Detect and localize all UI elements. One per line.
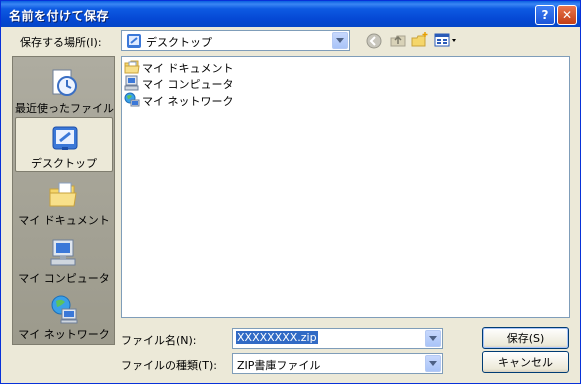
my-documents-icon bbox=[49, 182, 77, 207]
place-label-desktop: デスクトップ bbox=[31, 157, 97, 170]
my-network-icon bbox=[51, 295, 78, 324]
places-bar: 最近使ったファイル デスクトップ マイ ドキュメント マイ コンピュータ マイ … bbox=[12, 56, 115, 345]
cancel-button-label: キャンセル bbox=[498, 356, 553, 369]
save-as-dialog: 名前を付けて保存 ? ✕ 保存する場所(I): デスクトップ 最近使ったファイル… bbox=[0, 0, 581, 384]
file-name: マイ ネットワーク bbox=[142, 95, 234, 108]
file-name: マイ ドキュメント bbox=[142, 62, 234, 75]
new-folder-icon[interactable] bbox=[411, 31, 429, 49]
place-my-network[interactable]: マイ ネットワーク bbox=[15, 289, 113, 344]
file-list[interactable]: マイ ドキュメント マイ コンピュータ マイ ネットワーク bbox=[121, 56, 570, 318]
place-label-recent: 最近使ったファイル bbox=[15, 102, 114, 115]
views-menu-button[interactable] bbox=[434, 32, 458, 49]
filename-combo[interactable]: XXXXXXXX.zip bbox=[232, 328, 443, 349]
place-label-my-network: マイ ネットワーク bbox=[18, 328, 110, 341]
filetype-label: ファイルの種類(T): bbox=[121, 359, 218, 372]
network-icon bbox=[124, 92, 140, 107]
filename-label: ファイル名(N): bbox=[121, 334, 197, 347]
help-icon: ? bbox=[541, 8, 549, 22]
my-computer-icon bbox=[50, 239, 76, 266]
cancel-button[interactable]: キャンセル bbox=[482, 351, 569, 373]
filetype-dropdown-button[interactable] bbox=[425, 355, 441, 372]
views-icon bbox=[434, 33, 456, 47]
desktop-icon bbox=[52, 126, 78, 150]
place-my-computer[interactable]: マイ コンピュータ bbox=[15, 233, 113, 288]
computer-icon bbox=[124, 75, 139, 91]
place-recent[interactable]: 最近使ったファイル bbox=[15, 63, 114, 118]
place-label-my-documents: マイ ドキュメント bbox=[18, 214, 110, 227]
up-folder-icon[interactable] bbox=[389, 31, 407, 49]
location-value: デスクトップ bbox=[146, 36, 212, 49]
place-desktop[interactable]: デスクトップ bbox=[15, 117, 113, 172]
close-button[interactable]: ✕ bbox=[557, 5, 577, 25]
back-icon[interactable] bbox=[365, 32, 383, 50]
filetype-value: ZIP書庫ファイル bbox=[237, 359, 321, 372]
filetype-combo[interactable]: ZIP書庫ファイル bbox=[232, 353, 443, 374]
save-button[interactable]: 保存(S) bbox=[482, 327, 569, 349]
folder-icon bbox=[124, 60, 140, 74]
help-button[interactable]: ? bbox=[535, 5, 555, 25]
place-label-my-computer: マイ コンピュータ bbox=[18, 272, 110, 285]
close-icon: ✕ bbox=[561, 8, 573, 22]
file-name: マイ コンピュータ bbox=[142, 78, 234, 91]
location-dropdown-button[interactable] bbox=[332, 32, 348, 49]
title-bar[interactable]: 名前を付けて保存 ? ✕ bbox=[1, 1, 580, 27]
desktop-small-icon bbox=[127, 34, 141, 48]
filename-dropdown-button[interactable] bbox=[425, 330, 441, 347]
recent-documents-icon bbox=[52, 69, 77, 96]
location-label: 保存する場所(I): bbox=[20, 36, 102, 49]
save-button-label: 保存(S) bbox=[506, 332, 545, 345]
location-combo[interactable]: デスクトップ bbox=[121, 30, 350, 51]
dialog-title: 名前を付けて保存 bbox=[9, 9, 110, 23]
place-my-documents[interactable]: マイ ドキュメント bbox=[15, 175, 113, 230]
filename-input[interactable]: XXXXXXXX.zip bbox=[236, 331, 318, 344]
